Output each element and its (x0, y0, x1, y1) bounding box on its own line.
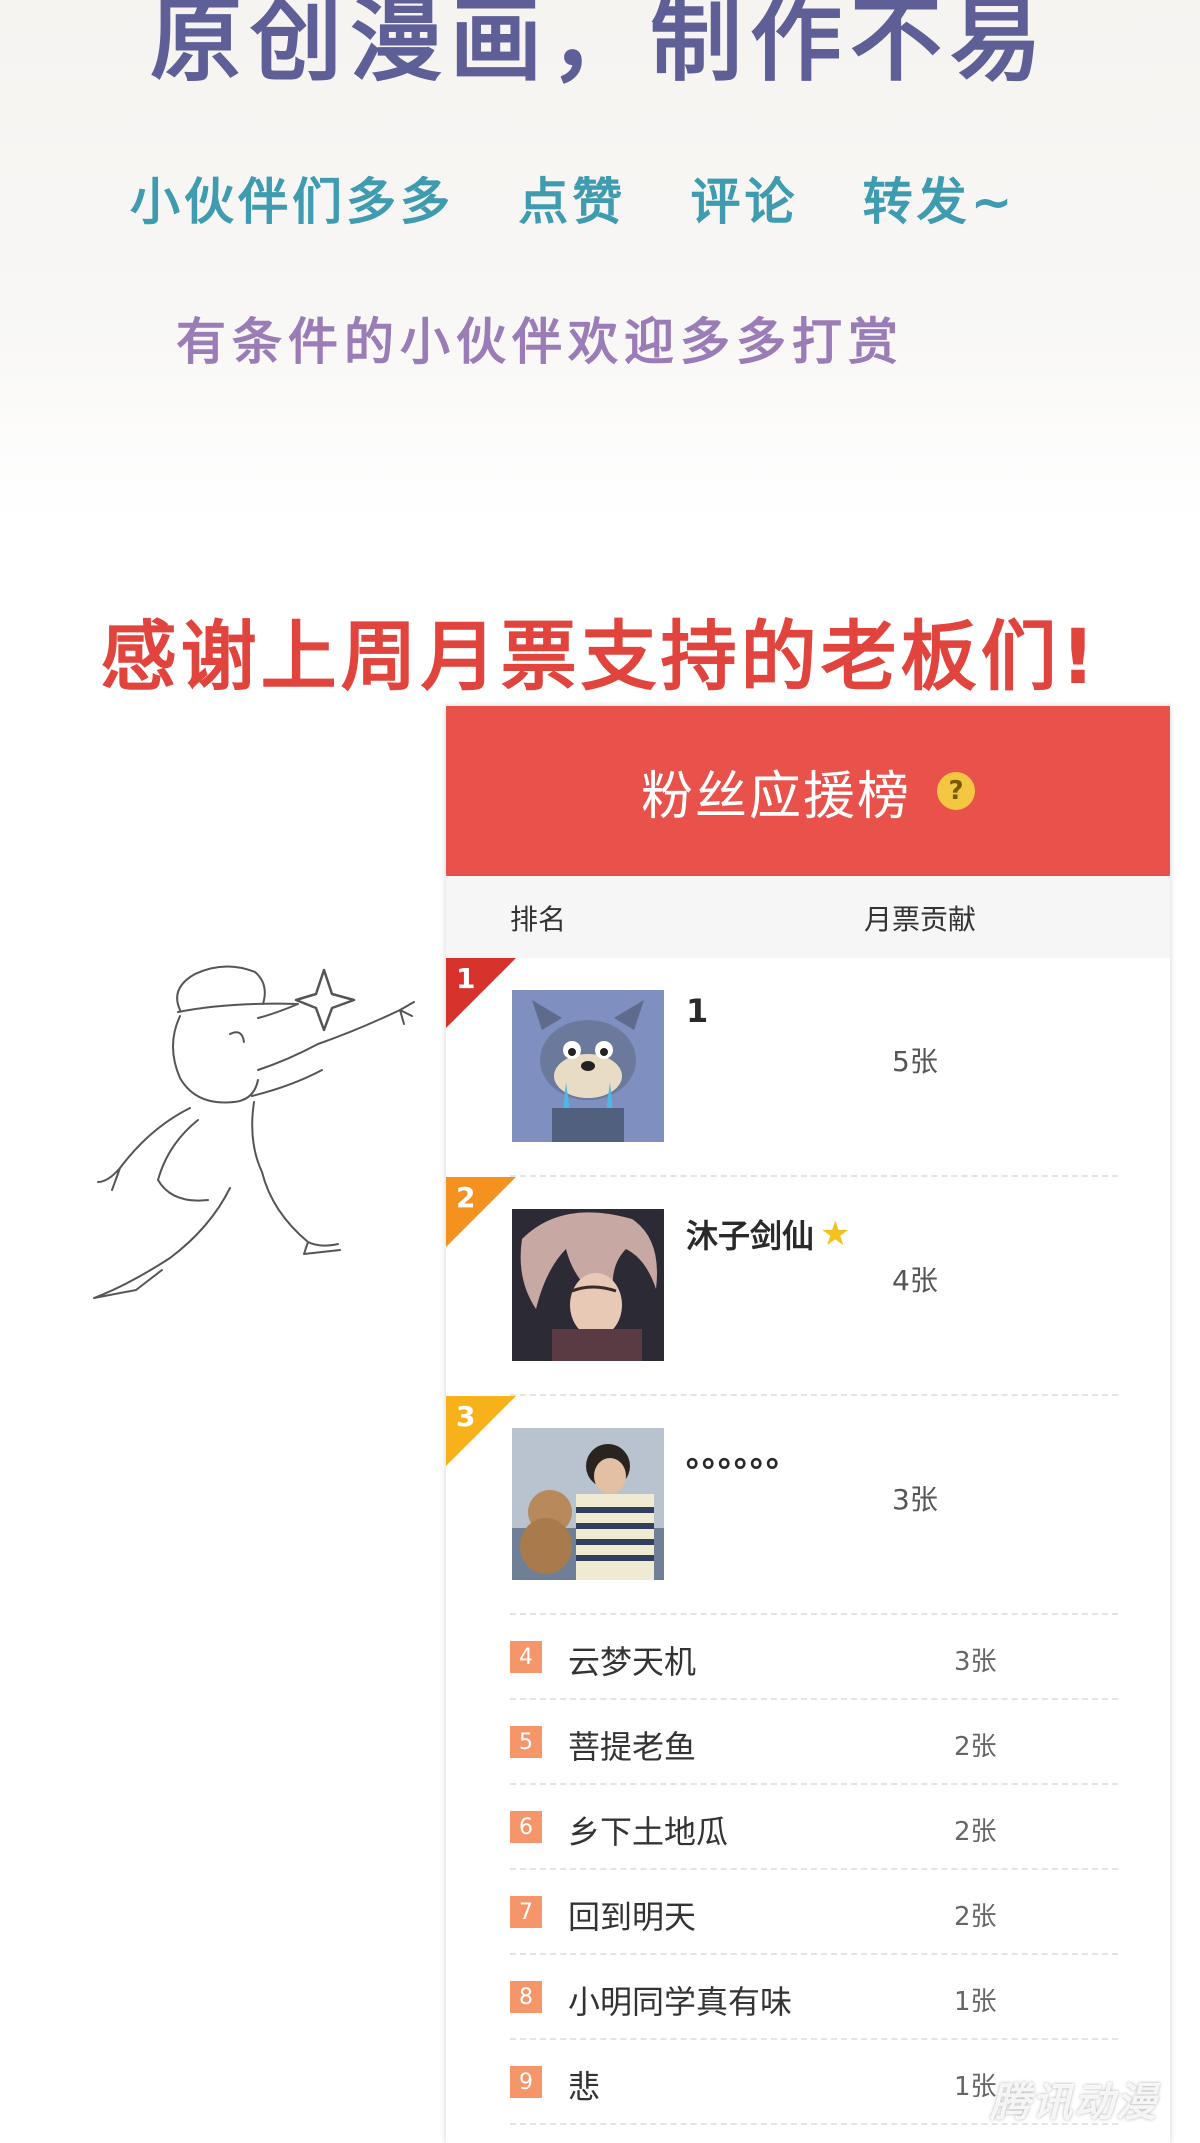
fan-votes: 3张 (892, 1483, 938, 1516)
fan-votes: 2张 (954, 1902, 997, 1932)
column-votes-label: 月票贡献 (864, 903, 977, 936)
rank-badge: 8 (510, 1981, 542, 2013)
leaderboard-top-row[interactable]: 1 1 5张 (446, 958, 1170, 1177)
rank-badge: 5 (510, 1726, 542, 1758)
leaderboard-row[interactable]: 5 菩提老鱼 2张 (446, 1700, 1170, 1785)
fan-votes: 2张 (954, 1732, 997, 1762)
rank-badge: 4 (510, 1641, 542, 1673)
fan-name: 乡下土地瓜 (568, 1813, 729, 1851)
column-rank-label: 排名 (510, 903, 567, 936)
fan-name-text: 沐子剑仙 (686, 1217, 815, 1255)
intro-banner: 原创漫画，制作不易 小伙伴们多多 点赞 评论 转发~ 有条件的小伙伴欢迎多多打赏 (0, 0, 1200, 520)
appeal-text: 小伙伴们多多 点赞 评论 转发~ (130, 173, 1017, 231)
rank-badge: 9 (510, 2066, 542, 2098)
leaderboard-row[interactable]: 6 乡下土地瓜 2张 (446, 1785, 1170, 1870)
fan-leaderboard: 粉丝应援榜 ? 排名 月票贡献 1 1 5张 2 沐子剑仙 ★ 4张 3 。。。… (446, 706, 1170, 2143)
rank-badge: 7 (510, 1896, 542, 1928)
column-header: 排名 月票贡献 (446, 876, 1170, 958)
fan-votes: 4张 (892, 1264, 938, 1297)
fan-name: 云梦天机 (568, 1643, 697, 1681)
avatar[interactable] (512, 990, 664, 1142)
leaderboard-title: 粉丝应援榜 (640, 766, 911, 827)
fan-name-text: 。。。。。。 (686, 1436, 799, 1474)
fan-name: 小明同学真有味 (568, 1983, 793, 2021)
avatar[interactable] (512, 1209, 664, 1361)
fan-name: 菩提老鱼 (568, 1728, 697, 1766)
fan-name: 1 (686, 992, 708, 1030)
thanks-heading: 感谢上周月票支持的老板们! (100, 612, 1100, 701)
avatar[interactable] (512, 1428, 664, 1580)
tencent-comic-watermark: 腾讯动漫 (990, 2080, 1158, 2126)
leaderboard-row[interactable]: 8 小明同学真有味 1张 (446, 1955, 1170, 2040)
cartoon-doodle-icon (93, 965, 415, 1299)
fan-name: 。。。。。。 (686, 1430, 798, 1476)
fan-votes: 5张 (892, 1045, 938, 1078)
fan-votes: 2张 (954, 1817, 997, 1847)
rank-number: 3 (456, 1400, 476, 1433)
rank-badge: 6 (510, 1811, 542, 1843)
fan-votes: 3张 (954, 1647, 997, 1677)
fan-name-text: 1 (686, 992, 709, 1030)
leaderboard-row[interactable]: 4 云梦天机 3张 (446, 1615, 1170, 1700)
leaderboard-top-row[interactable]: 2 沐子剑仙 ★ 4张 (446, 1177, 1170, 1396)
fan-name: 沐子剑仙 ★ (686, 1211, 851, 1257)
rank-number: 1 (456, 962, 476, 995)
fan-name: 悲 (568, 2068, 601, 2106)
help-icon[interactable]: ? (937, 772, 975, 810)
star-icon: ★ (820, 1214, 851, 1254)
fan-name: 回到明天 (568, 1898, 697, 1936)
donation-text: 有条件的小伙伴欢迎多多打赏 (176, 313, 904, 371)
leaderboard-row[interactable]: 7 回到明天 2张 (446, 1870, 1170, 1955)
leaderboard-header: 粉丝应援榜 ? (446, 706, 1170, 876)
fan-votes: 1张 (954, 1987, 997, 2017)
rank-number: 2 (456, 1181, 476, 1214)
leaderboard-top-row[interactable]: 3 。。。。。。 3张 (446, 1396, 1170, 1615)
headline: 原创漫画，制作不易 (149, 0, 1050, 94)
